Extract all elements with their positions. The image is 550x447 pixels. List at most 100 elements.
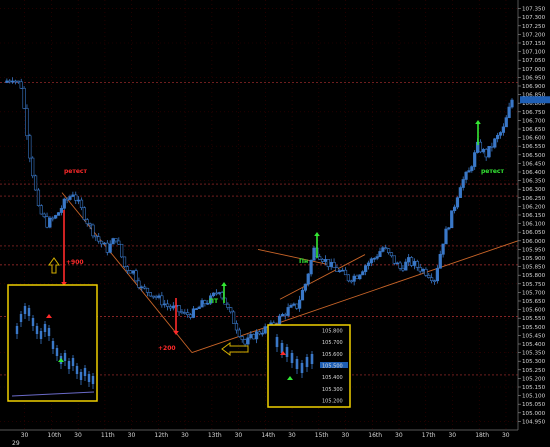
candle-body bbox=[203, 300, 207, 304]
candle-body bbox=[473, 152, 477, 167]
candle-body bbox=[33, 175, 38, 191]
candle-body bbox=[77, 199, 81, 202]
candle-body bbox=[496, 134, 500, 140]
candle-body bbox=[237, 329, 241, 337]
y-tick-label: 107.250 bbox=[522, 24, 546, 30]
candle-body bbox=[280, 314, 284, 317]
candle-body bbox=[117, 240, 121, 245]
candle-body bbox=[478, 141, 483, 153]
candle-body bbox=[220, 292, 224, 299]
x-tick-label: 12th bbox=[154, 432, 168, 439]
candle-body bbox=[143, 286, 147, 289]
candle-body bbox=[148, 292, 152, 297]
inset-left-candle-body bbox=[55, 348, 59, 356]
x-tick-label: 17th bbox=[422, 432, 436, 439]
x-tick-label: 30 bbox=[74, 432, 82, 439]
inset-left-candle-body bbox=[83, 368, 87, 376]
candle-body bbox=[13, 80, 18, 83]
candle-body bbox=[19, 81, 23, 89]
y-tick-label: 105.650 bbox=[522, 299, 546, 305]
inset-right-tick-label: 105.200 bbox=[322, 399, 343, 405]
candle-body bbox=[484, 149, 488, 158]
y-tick-label: 107.300 bbox=[522, 15, 546, 21]
candle-body bbox=[31, 157, 35, 177]
candle-body bbox=[309, 259, 313, 275]
candle-body bbox=[335, 267, 339, 272]
y-tick-label: 105.900 bbox=[522, 256, 546, 262]
candle-body bbox=[289, 305, 293, 308]
x-tick-label: 30 bbox=[181, 432, 189, 439]
candle-body bbox=[39, 205, 43, 215]
y-tick-label: 106.300 bbox=[522, 187, 546, 193]
candle-body bbox=[493, 138, 497, 148]
candle-body bbox=[82, 207, 86, 220]
candle-body bbox=[22, 87, 26, 109]
candle-body bbox=[165, 303, 170, 307]
candle-body bbox=[326, 259, 330, 267]
candle-body bbox=[487, 146, 491, 158]
inset-left-candle-body bbox=[71, 358, 75, 366]
candle-body bbox=[386, 248, 391, 253]
candle-body bbox=[432, 280, 437, 282]
candle-body bbox=[71, 194, 75, 197]
candle-body bbox=[48, 217, 52, 228]
candle-body bbox=[378, 251, 382, 257]
candle-body bbox=[372, 258, 376, 260]
candle-body bbox=[145, 287, 150, 293]
candle-body bbox=[295, 303, 299, 309]
x-tick-label: 30 bbox=[21, 432, 29, 439]
candle-body bbox=[300, 289, 305, 301]
candle-body bbox=[283, 314, 287, 316]
y-tick-label: 106.550 bbox=[522, 144, 546, 150]
inset-left-candle-body bbox=[75, 366, 79, 374]
candle-body bbox=[62, 198, 66, 209]
candle-body bbox=[303, 283, 307, 291]
candle-body bbox=[312, 247, 316, 261]
candle-body bbox=[102, 242, 107, 245]
y-tick-label: 106.200 bbox=[522, 204, 546, 210]
candle-body bbox=[234, 323, 239, 331]
y-tick-label: 106.000 bbox=[522, 239, 546, 245]
candle-body bbox=[140, 286, 144, 289]
candle-body bbox=[306, 273, 310, 285]
candle-body bbox=[120, 243, 124, 258]
candle-body bbox=[455, 197, 460, 208]
candle-body bbox=[168, 306, 173, 309]
inset-left-candle-body bbox=[47, 328, 51, 336]
inset-left-candle-body bbox=[79, 372, 83, 380]
candle-body bbox=[54, 215, 58, 219]
candle-body bbox=[108, 243, 112, 253]
candle-body bbox=[79, 199, 84, 209]
candle-body bbox=[392, 255, 396, 264]
y-tick-label: 107.100 bbox=[522, 50, 546, 56]
x-secondary-label: 29 bbox=[12, 440, 20, 447]
y-tick-label: 106.600 bbox=[522, 136, 546, 142]
candle-body bbox=[105, 242, 109, 253]
candle-body bbox=[188, 314, 193, 318]
inset-right-tick-label: 105.300 bbox=[322, 387, 343, 393]
candle-body bbox=[358, 274, 362, 280]
candle-body bbox=[320, 259, 325, 262]
candle-body bbox=[452, 206, 457, 212]
inset-right-tick-label: 105.800 bbox=[322, 329, 343, 335]
candle-body bbox=[125, 266, 130, 271]
candle-body bbox=[211, 292, 216, 297]
candle-body bbox=[404, 261, 408, 271]
y-tick-label: 105.300 bbox=[522, 359, 546, 365]
x-tick-label: 15th bbox=[315, 432, 329, 439]
y-tick-label: 106.500 bbox=[522, 153, 546, 159]
candle-body bbox=[318, 256, 322, 260]
y-tick-label: 107.150 bbox=[522, 41, 546, 47]
inset-left-candle-body bbox=[43, 324, 47, 332]
y-tick-label: 106.900 bbox=[522, 84, 546, 90]
candle-body bbox=[25, 108, 29, 137]
y-tick-label: 105.150 bbox=[522, 385, 546, 391]
candle-body bbox=[183, 312, 187, 314]
candle-body bbox=[88, 223, 92, 226]
candle-body bbox=[430, 277, 434, 281]
candle-body bbox=[151, 295, 155, 298]
candle-body bbox=[263, 326, 267, 334]
x-tick-label: 30 bbox=[395, 432, 403, 439]
y-tick-label: 105.500 bbox=[522, 325, 546, 331]
candle-body bbox=[450, 210, 454, 229]
